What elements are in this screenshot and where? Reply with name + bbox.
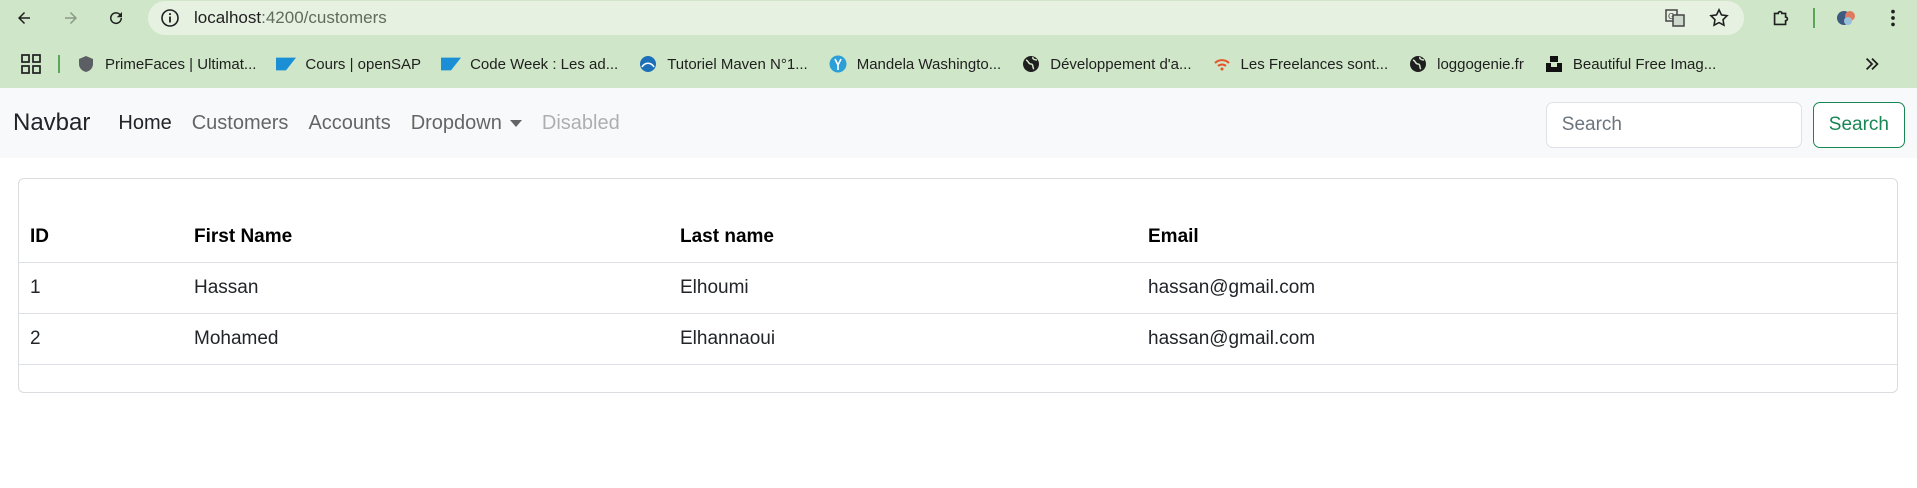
extensions-puzzle-icon[interactable] bbox=[1767, 4, 1795, 32]
back-button[interactable] bbox=[8, 2, 40, 34]
chevron-double-right-icon[interactable] bbox=[1861, 53, 1883, 75]
reload-button[interactable] bbox=[100, 2, 132, 34]
bookmark-item[interactable]: Code Week : Les ad... bbox=[441, 54, 618, 74]
column-header-first-name: First Name bbox=[183, 212, 669, 263]
table-row: 2 Mohamed Elhannaoui hassan@gmail.com bbox=[19, 313, 1897, 365]
table-header-row: ID First Name Last name Email bbox=[19, 212, 1897, 263]
bookmark-item[interactable]: Développement d'a... bbox=[1021, 54, 1192, 74]
bookmark-label: Cours | openSAP bbox=[305, 55, 422, 73]
bookmark-star-icon[interactable] bbox=[1708, 7, 1730, 29]
bookmark-item[interactable]: Cours | openSAP bbox=[276, 54, 421, 74]
nav-link-disabled: Disabled bbox=[541, 111, 620, 134]
sap-icon bbox=[441, 54, 462, 74]
apps-grid-icon[interactable] bbox=[20, 53, 42, 75]
sap-icon bbox=[276, 54, 297, 74]
bookmark-label: Développement d'a... bbox=[1050, 55, 1192, 73]
customers-table: ID First Name Last name Email 1 Hassan E… bbox=[19, 212, 1897, 365]
more-vertical-icon[interactable] bbox=[1879, 4, 1907, 32]
search-input[interactable] bbox=[1545, 102, 1802, 148]
profile-avatar-icon[interactable] bbox=[1833, 4, 1861, 32]
bookmark-label: Beautiful Free Imag... bbox=[1572, 55, 1717, 73]
wifi-icon bbox=[1212, 54, 1232, 74]
globe-icon bbox=[1408, 54, 1428, 74]
cell-last-name: Elhoumi bbox=[669, 262, 1137, 314]
globe-icon bbox=[1021, 54, 1041, 74]
bookmark-item[interactable]: Tutoriel Maven N°1... bbox=[638, 54, 808, 74]
forward-button[interactable] bbox=[55, 2, 87, 34]
search-form: Search bbox=[1545, 102, 1905, 148]
unsplash-icon bbox=[1544, 54, 1564, 74]
site-info-icon[interactable] bbox=[160, 8, 180, 28]
arrow-left-icon bbox=[18, 12, 30, 24]
bookmark-item[interactable]: Beautiful Free Imag... bbox=[1544, 54, 1716, 74]
yali-icon bbox=[828, 54, 848, 74]
bookmark-label: Tutoriel Maven N°1... bbox=[667, 55, 808, 73]
column-header-last-name: Last name bbox=[669, 212, 1137, 263]
bookmark-label: Code Week : Les ad... bbox=[470, 55, 619, 73]
search-button[interactable]: Search bbox=[1812, 102, 1905, 148]
nav-link-customers[interactable]: Customers bbox=[182, 112, 299, 135]
cell-email: hassan@gmail.com bbox=[1137, 262, 1897, 314]
svg-text:G: G bbox=[1668, 12, 1674, 21]
navbar-brand[interactable]: Navbar bbox=[13, 109, 90, 137]
url-text: localhost:4200/customers bbox=[194, 8, 387, 28]
nav-dropdown-toggle[interactable]: Dropdown bbox=[401, 112, 532, 135]
browser-toolbar: localhost:4200/customers G bbox=[0, 0, 1917, 36]
bookmark-label: Mandela Washingto... bbox=[856, 55, 1002, 73]
nav-dropdown-label: Dropdown bbox=[410, 111, 502, 134]
column-header-email: Email bbox=[1137, 212, 1897, 263]
reload-icon bbox=[110, 12, 123, 25]
address-bar[interactable]: localhost:4200/customers G bbox=[148, 1, 1744, 35]
bookmark-item[interactable]: loggogenie.fr bbox=[1408, 54, 1524, 74]
toolbar-right bbox=[1749, 4, 1907, 32]
cell-first-name: Mohamed bbox=[183, 313, 669, 365]
bookmarks-divider bbox=[58, 55, 60, 73]
toolbar-divider bbox=[1813, 8, 1815, 28]
arrow-right-icon bbox=[65, 12, 77, 24]
primefaces-icon bbox=[76, 54, 96, 74]
caret-down-icon bbox=[509, 119, 522, 127]
table-row: 1 Hassan Elhoumi hassan@gmail.com bbox=[19, 262, 1897, 314]
bookmarks-bar: PrimeFaces | Ultimat... Cours | openSAP … bbox=[0, 47, 1917, 81]
column-header-id: ID bbox=[19, 212, 183, 263]
bookmark-list: PrimeFaces | Ultimat... Cours | openSAP … bbox=[76, 47, 1736, 81]
url-path: :4200/customers bbox=[261, 8, 387, 27]
cell-last-name: Elhannaoui bbox=[669, 313, 1137, 365]
nav-link-accounts[interactable]: Accounts bbox=[298, 112, 400, 135]
cell-id: 2 bbox=[19, 313, 183, 365]
bookmark-label: PrimeFaces | Ultimat... bbox=[105, 55, 257, 73]
bookmark-label: Les Freelances sont... bbox=[1240, 55, 1389, 73]
cell-email: hassan@gmail.com bbox=[1137, 313, 1897, 365]
customers-card: ID First Name Last name Email 1 Hassan E… bbox=[18, 178, 1898, 393]
cell-first-name: Hassan bbox=[183, 262, 669, 314]
browser-chrome: localhost:4200/customers G PrimeFaces | … bbox=[0, 0, 1917, 88]
url-host: localhost bbox=[194, 8, 262, 27]
bookmark-label: loggogenie.fr bbox=[1437, 55, 1524, 73]
bookmark-item[interactable]: Mandela Washingto... bbox=[828, 54, 1002, 74]
bookmark-item[interactable]: Les Freelances sont... bbox=[1212, 54, 1389, 74]
translate-icon[interactable]: G bbox=[1664, 7, 1686, 29]
nav-link-home[interactable]: Home bbox=[108, 112, 181, 135]
app-navbar: Navbar Home Customers Accounts Dropdown … bbox=[0, 88, 1917, 158]
maven-icon bbox=[638, 54, 658, 74]
bookmark-item[interactable]: PrimeFaces | Ultimat... bbox=[76, 54, 256, 74]
address-bar-actions: G bbox=[1664, 7, 1730, 29]
cell-id: 1 bbox=[19, 262, 183, 314]
